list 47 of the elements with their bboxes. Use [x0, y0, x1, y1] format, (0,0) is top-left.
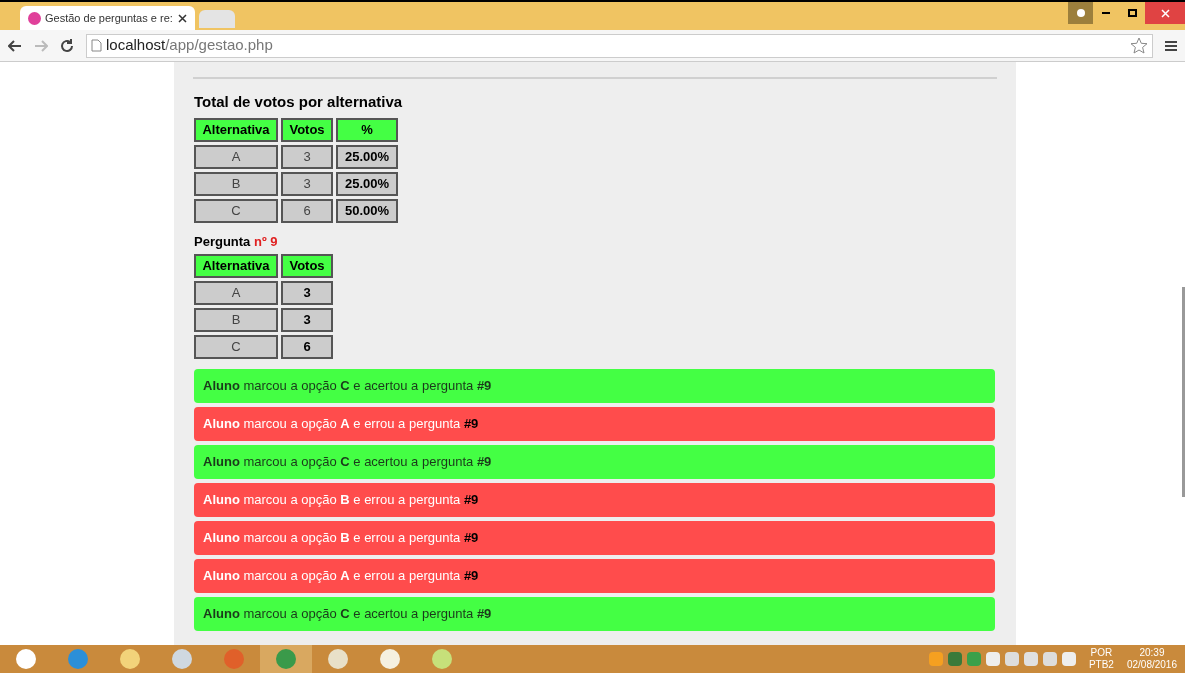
clock-date[interactable]: 02/08/2016 [1126, 659, 1177, 671]
page-icon [91, 39, 102, 52]
answer-alert: Aluno marcou a opção C e acertou a pergunta #9 [194, 597, 995, 631]
answer-alert: Aluno marcou a opção C e acertou a pergunta #9 [194, 445, 995, 479]
site-icon [28, 11, 41, 25]
scrollbar[interactable] [1182, 287, 1185, 497]
table-cell: 25.00% [336, 144, 398, 169]
table-cell: 3 [281, 171, 333, 196]
column-header: Votos [281, 254, 333, 278]
close-icon [1160, 8, 1170, 18]
table-cell: 6 [281, 198, 333, 223]
column-header: Votos [281, 117, 333, 142]
close-icon[interactable] [178, 13, 187, 23]
table-cell: C [194, 198, 278, 223]
reload-icon[interactable] [60, 38, 74, 53]
table-cell: A [194, 281, 278, 305]
address-bar[interactable]: localhost/app/gestao.php [86, 33, 1153, 58]
browser-tab[interactable]: Gestão de perguntas e re: [20, 6, 195, 30]
keyboard-layout-text[interactable]: PTB2 [1088, 659, 1114, 671]
column-header: Alternativa [194, 254, 278, 278]
table-cell: C [194, 335, 278, 359]
table-cell: 3 [281, 281, 333, 305]
star-icon[interactable] [1130, 37, 1148, 54]
table-cell: 6 [281, 335, 333, 359]
answer-alert: Aluno marcou a opção C e acertou a pergunta #9 [194, 369, 995, 403]
section-title: Total de votos por alternativa [194, 92, 404, 112]
menu-icon[interactable] [1165, 39, 1177, 52]
column-header: Alternativa [194, 117, 278, 142]
language-text[interactable]: POR [1090, 647, 1113, 659]
answer-alert: Aluno marcou a opção B e errou a pergunta #9 [194, 483, 995, 517]
table-cell: B [194, 308, 278, 332]
column-header: % [336, 117, 398, 142]
forward-icon[interactable] [34, 39, 48, 52]
table-cell: B [194, 171, 278, 196]
table-cell: A [194, 144, 278, 169]
table-cell: 50.00% [336, 198, 398, 223]
table-cell: 25.00% [336, 171, 398, 196]
table-cell: 3 [281, 308, 333, 332]
back-icon[interactable] [8, 39, 22, 52]
new-tab-button[interactable] [199, 10, 235, 28]
url-text: localhost/app/gestao.php [106, 35, 273, 56]
question-title: Pergunta nº 9 [194, 232, 279, 251]
answer-alert: Aluno marcou a opção A e errou a pergunta #9 [194, 559, 995, 593]
table-cell: 3 [281, 144, 333, 169]
clock-time[interactable]: 20:39 [1139, 647, 1165, 659]
answer-alert: Aluno marcou a opção B e errou a pergunta #9 [194, 521, 995, 555]
answer-alert: Aluno marcou a opção A e errou a pergunta #9 [194, 407, 995, 441]
